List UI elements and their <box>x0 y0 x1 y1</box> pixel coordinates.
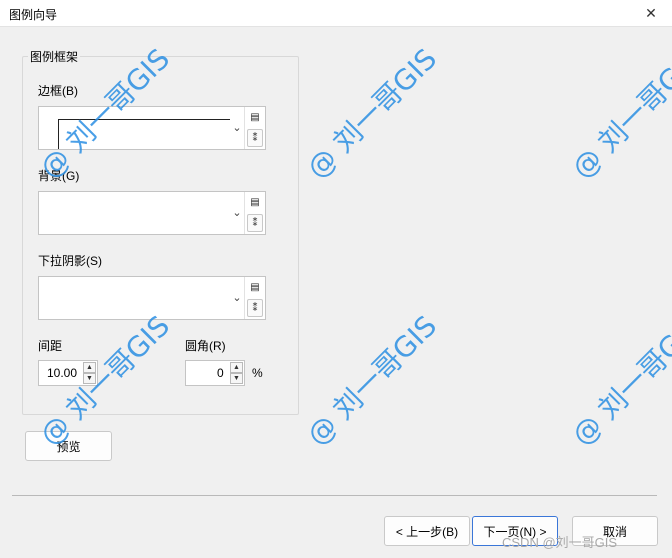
footer-divider <box>12 495 657 496</box>
chevron-down-icon[interactable]: ⌄ <box>230 285 244 309</box>
shadow-label: 下拉阴影(S) <box>38 254 102 268</box>
watermark: @ 刘一哥GIS <box>300 309 444 452</box>
shadow-side-buttons: ▤ ⁑ <box>244 277 265 319</box>
symbol-edit-icon[interactable]: ⁑ <box>247 299 263 317</box>
border-side-buttons: ▤ ⁑ <box>244 107 265 149</box>
symbol-edit-icon[interactable]: ⁑ <box>247 214 263 232</box>
background-side-buttons: ▤ ⁑ <box>244 192 265 234</box>
corner-spin-arrows[interactable]: ▲ ▼ <box>230 362 243 384</box>
watermark: @ 刘一哥GIS <box>565 42 672 185</box>
chevron-down-icon[interactable]: ⌄ <box>230 115 244 139</box>
corner-unit: % <box>252 366 263 380</box>
shadow-combo[interactable]: ⌄ ▤ ⁑ <box>38 276 266 320</box>
background-label: 背景(G) <box>38 169 80 183</box>
symbol-edit-icon[interactable]: ⁑ <box>247 129 263 147</box>
border-line-preview <box>58 119 230 120</box>
gap-label: 间距 <box>38 339 63 353</box>
corner-value: 0 <box>217 366 224 380</box>
symbol-properties-icon[interactable]: ▤ <box>247 278 263 296</box>
chevron-down-icon[interactable]: ⌄ <box>230 200 244 224</box>
preview-button[interactable]: 预览 <box>25 431 112 461</box>
border-label: 边框(B) <box>38 84 78 98</box>
spin-down-icon[interactable]: ▼ <box>230 373 243 384</box>
gap-spin-arrows[interactable]: ▲ ▼ <box>83 362 96 384</box>
close-icon: ✕ <box>645 4 657 21</box>
spin-up-icon[interactable]: ▲ <box>230 362 243 373</box>
csdn-watermark: CSDN @刘一哥GIS <box>502 535 618 550</box>
title-bar: 图例向导 ✕ <box>0 0 672 27</box>
watermark: @ 刘一哥GIS <box>565 309 672 452</box>
gap-value: 10.00 <box>47 366 78 380</box>
corner-label: 圆角(R) <box>185 339 226 353</box>
spin-up-icon[interactable]: ▲ <box>83 362 96 373</box>
window-title: 图例向导 <box>9 8 58 22</box>
group-title: 图例框架 <box>28 48 81 65</box>
close-button[interactable]: ✕ <box>630 0 672 26</box>
corner-spinner[interactable]: 0 ▲ ▼ <box>185 360 245 386</box>
background-combo[interactable]: ⌄ ▤ ⁑ <box>38 191 266 235</box>
gap-spinner[interactable]: 10.00 ▲ ▼ <box>38 360 98 386</box>
symbol-properties-icon[interactable]: ▤ <box>247 193 263 211</box>
border-line-preview-vertical <box>58 119 59 149</box>
symbol-properties-icon[interactable]: ▤ <box>247 108 263 126</box>
watermark: @ 刘一哥GIS <box>300 42 444 185</box>
spin-down-icon[interactable]: ▼ <box>83 373 96 384</box>
border-combo[interactable]: ⌄ ▤ ⁑ <box>38 106 266 150</box>
back-button[interactable]: < 上一步(B) <box>384 516 470 546</box>
